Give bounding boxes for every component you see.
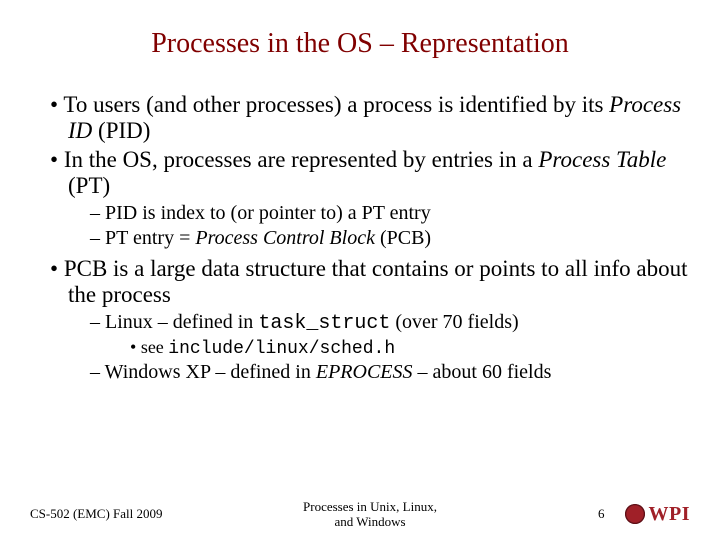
footer-course: CS-502 (EMC) Fall 2009 (30, 506, 210, 522)
text: Processes in Unix, Linux, (303, 499, 437, 514)
text: PID is index to (or pointer to) a PT ent… (105, 202, 431, 224)
text: – about 60 fields (413, 361, 552, 383)
code-task-struct: task_struct (258, 312, 390, 335)
text: To users (and other processes) a process… (63, 92, 609, 117)
bullet-level2: Linux – defined in task_struct (over 70 … (90, 311, 690, 335)
text: (over 70 fields) (390, 311, 518, 333)
slide-title: Processes in the OS – Representation (30, 28, 690, 60)
text: Linux – defined in (105, 311, 258, 333)
text: Windows XP – defined in (105, 361, 316, 383)
text: (PCB) (375, 227, 431, 249)
text: (PT) (68, 173, 110, 198)
term-eprocess: EPROCESS (316, 361, 413, 383)
bullet-level2: PT entry = Process Control Block (PCB) (90, 227, 690, 250)
term-pcb: Process Control Block (195, 227, 375, 249)
bullet-level1: PCB is a large data structure that conta… (50, 256, 690, 309)
bullet-level1: In the OS, processes are represented by … (50, 147, 690, 200)
text: PT entry = (105, 227, 195, 249)
text: PCB is a large data structure that conta… (64, 256, 688, 307)
wpi-logo: WPI (625, 503, 691, 526)
bullet-level3: see include/linux/sched.h (130, 337, 690, 360)
footer-topic: Processes in Unix, Linux, and Windows (270, 499, 470, 530)
footer-right-group: 6 WPI (530, 503, 690, 526)
code-include-path: include/linux/sched.h (168, 339, 395, 359)
text: see (141, 337, 168, 357)
text: In the OS, processes are represented by … (64, 147, 539, 172)
page-number: 6 (598, 506, 605, 522)
text: and Windows (334, 514, 405, 529)
text: (PID) (92, 118, 150, 143)
bullet-level1: To users (and other processes) a process… (50, 92, 690, 145)
bullet-level2: Windows XP – defined in EPROCESS – about… (90, 361, 690, 384)
wpi-wordmark: WPI (649, 503, 691, 526)
bullet-level2: PID is index to (or pointer to) a PT ent… (90, 202, 690, 225)
slide-footer: CS-502 (EMC) Fall 2009 Processes in Unix… (0, 499, 720, 530)
wpi-seal-icon (625, 504, 645, 524)
term-process-table: Process Table (538, 147, 666, 172)
